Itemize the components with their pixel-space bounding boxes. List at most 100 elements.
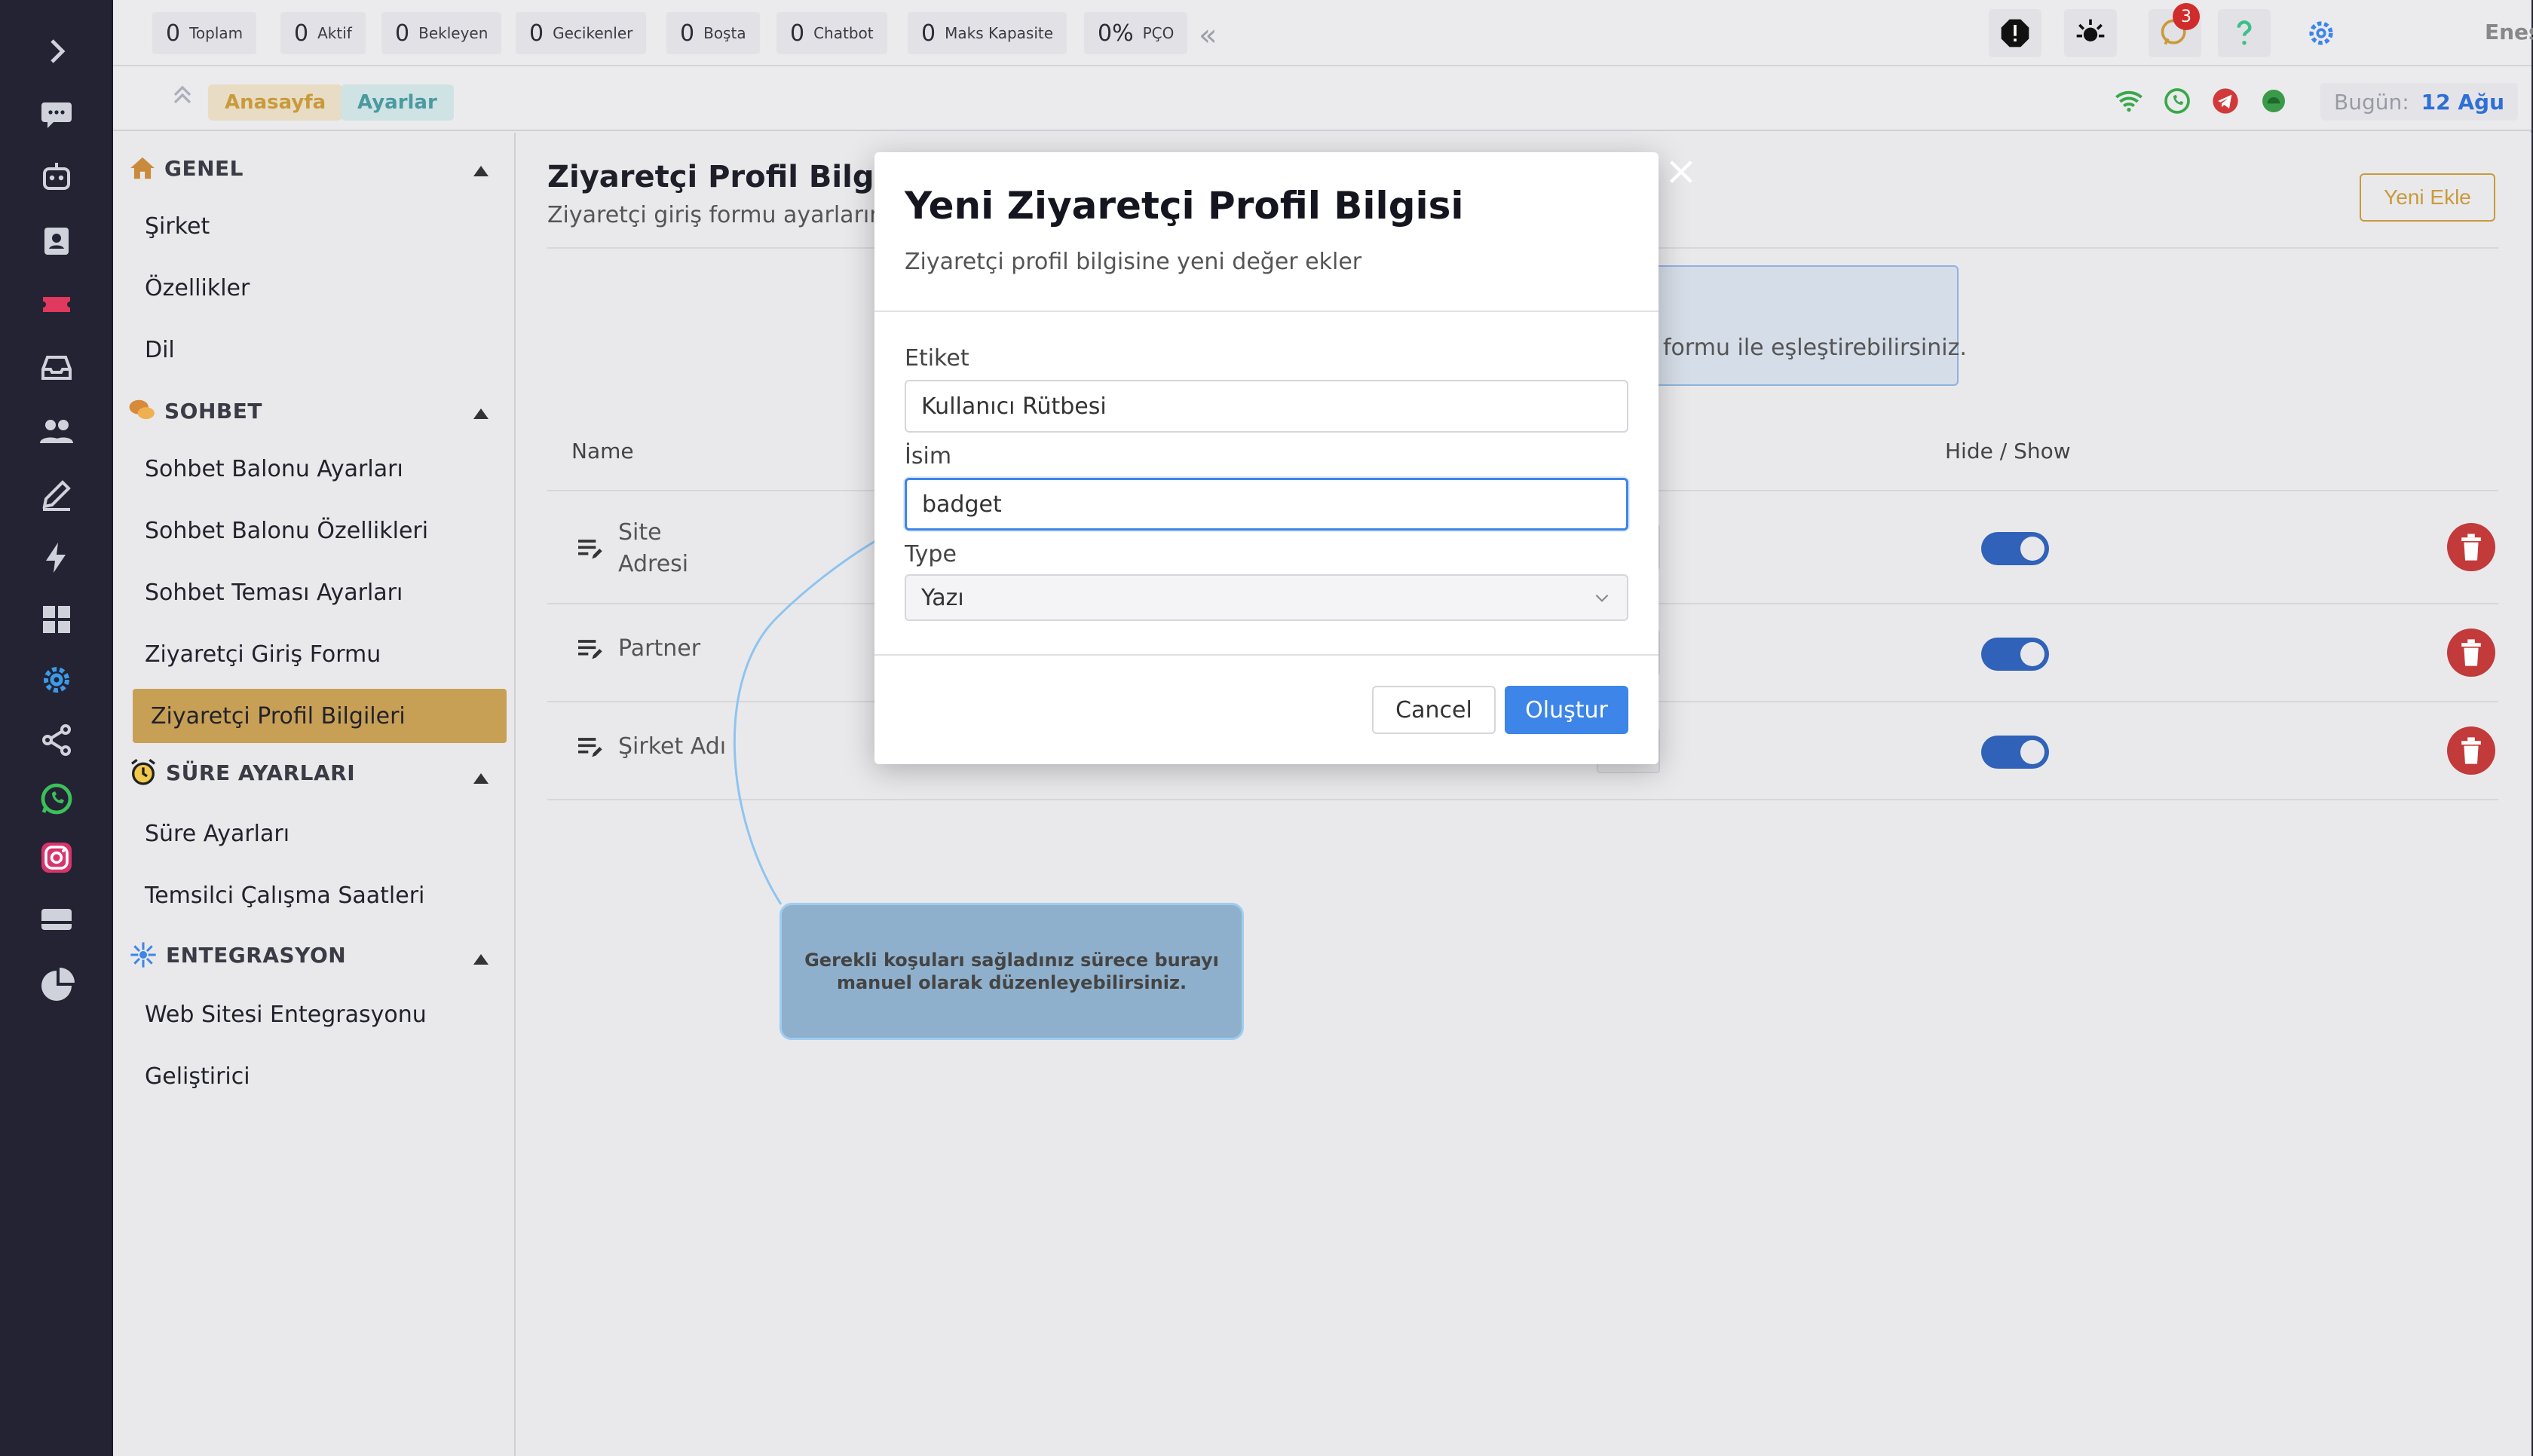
- breadcrumb-home[interactable]: Anasayfa: [208, 84, 343, 121]
- help-icon[interactable]: [2218, 9, 2271, 57]
- add-new-button[interactable]: Yeni Ekle: [2360, 173, 2495, 222]
- lightning-icon[interactable]: [30, 535, 83, 580]
- chat-bubbles-icon: [129, 399, 155, 420]
- user-name[interactable]: Enes: [2485, 20, 2533, 44]
- today-date: Bugün: 12 Ağu: [2320, 83, 2519, 121]
- visibility-toggle[interactable]: [1981, 532, 2049, 565]
- create-button[interactable]: Oluştur: [1505, 686, 1628, 734]
- type-select-value: Yazı: [921, 584, 964, 611]
- sidebar-item-visitor-login-form[interactable]: Ziyaretçi Giriş Formu: [145, 632, 507, 677]
- new-profile-field-modal: Yeni Ziyaretçi Profil Bilgisi Ziyaretçi …: [874, 152, 1659, 764]
- sidebar-item-chat-theme[interactable]: Sohbet Teması Ayarları: [145, 570, 507, 615]
- contact-icon[interactable]: [30, 219, 83, 264]
- sidebar-item-time-settings[interactable]: Süre Ayarları: [145, 811, 507, 856]
- sidebar-item-company[interactable]: Şirket: [145, 203, 507, 249]
- sidebar-item-developer[interactable]: Geliştirici: [145, 1054, 507, 1099]
- inbox-icon[interactable]: [30, 345, 83, 390]
- sidebar-item-website-integration[interactable]: Web Sitesi Entegrasyonu: [145, 992, 507, 1037]
- type-select[interactable]: Yazı: [905, 574, 1628, 621]
- chat-icon[interactable]: [30, 92, 83, 137]
- status-icon[interactable]: [2064, 9, 2117, 57]
- collapse-caret-icon[interactable]: [473, 954, 489, 965]
- instagram-icon[interactable]: [30, 835, 83, 880]
- drag-edit-icon[interactable]: [574, 732, 605, 762]
- stat-value: 0: [529, 20, 544, 47]
- stat-total: 0 Toplam: [152, 12, 257, 54]
- row-name: Şirket Adı: [618, 733, 727, 760]
- divider: [874, 654, 1659, 656]
- delete-button[interactable]: [2447, 629, 2495, 677]
- collapse-caret-icon[interactable]: [473, 773, 489, 784]
- stat-label: Chatbot: [813, 24, 874, 42]
- column-header-hide-show: Hide / Show: [1945, 439, 2071, 463]
- expand-rail-icon[interactable]: [30, 29, 83, 74]
- ticket-icon[interactable]: [30, 282, 83, 327]
- settings-sidebar: GENEL Şirket Özellikler Dil SOHBET Sohbe…: [113, 133, 516, 1456]
- row-name-line: Site: [618, 519, 662, 546]
- collapse-caret-icon[interactable]: [473, 166, 489, 176]
- section-time-settings[interactable]: SÜRE AYARLARI: [128, 754, 355, 791]
- edit-icon[interactable]: [30, 472, 83, 517]
- label-field-label: Etiket: [905, 345, 969, 372]
- section-chat[interactable]: SOHBET: [128, 392, 262, 430]
- section-title: SOHBET: [164, 398, 262, 424]
- chevrons-up-icon[interactable]: [167, 80, 198, 113]
- stat-active: 0 Aktif: [280, 12, 366, 54]
- stat-label: Gecikenler: [553, 24, 633, 42]
- close-icon[interactable]: [1666, 157, 1696, 187]
- drag-edit-icon[interactable]: [574, 634, 605, 664]
- users-icon[interactable]: [30, 408, 83, 454]
- section-title: GENEL: [164, 155, 244, 181]
- stat-value: 0: [790, 20, 805, 47]
- modal-title: Yeni Ziyaretçi Profil Bilgisi: [905, 184, 1464, 228]
- dashboard-icon[interactable]: [30, 597, 83, 642]
- sidebar-item-chat-bubble-features[interactable]: Sohbet Balonu Özellikleri: [145, 508, 507, 553]
- collapse-caret-icon[interactable]: [473, 408, 489, 419]
- stat-label: Bekleyen: [418, 24, 489, 42]
- sidebar-item-chat-bubble-settings[interactable]: Sohbet Balonu Ayarları: [145, 446, 507, 491]
- settings-icon[interactable]: [30, 657, 83, 702]
- table-row: Partner: [574, 633, 700, 665]
- drag-edit-icon[interactable]: [574, 534, 605, 564]
- tooltip-text: Gerekli koşuları sağladınız sürece buray…: [804, 950, 1219, 993]
- name-input[interactable]: [905, 478, 1628, 531]
- bot-icon[interactable]: [30, 155, 83, 200]
- section-integration[interactable]: ENTEGRASYON: [128, 936, 346, 974]
- alert-icon[interactable]: [1989, 9, 2041, 57]
- gear-icon[interactable]: [2295, 9, 2348, 57]
- hint-tooltip: Gerekli koşuları sağladınız sürece buray…: [780, 903, 1244, 1040]
- sidebar-item-features[interactable]: Özellikler: [145, 265, 507, 310]
- stat-label: Maks Kapasite: [945, 24, 1054, 42]
- sidebar-item-visitor-profile[interactable]: Ziyaretçi Profil Bilgileri: [133, 689, 507, 743]
- delete-button[interactable]: [2447, 523, 2495, 571]
- collapse-stats-icon[interactable]: «: [1199, 18, 1217, 53]
- table-row: Site Adresi: [574, 517, 688, 580]
- label-input[interactable]: [905, 380, 1628, 433]
- reports-icon[interactable]: [30, 963, 83, 1008]
- sidebar-item-language[interactable]: Dil: [145, 327, 507, 372]
- info-text: formu ile eşleştirebilirsiniz.: [1663, 335, 1967, 361]
- cancel-button[interactable]: Cancel: [1372, 686, 1496, 734]
- trash-icon: [2461, 639, 2481, 666]
- visibility-toggle[interactable]: [1981, 736, 2049, 769]
- chatbot-channel-icon: [2262, 90, 2285, 112]
- breadcrumb-bar: Anasayfa Ayarlar Bugün: 12 Ağu: [113, 66, 2531, 131]
- whatsapp-icon[interactable]: [30, 776, 83, 821]
- stat-value: 0%: [1098, 20, 1134, 47]
- card-icon[interactable]: [30, 897, 83, 942]
- type-field-label: Type: [905, 541, 957, 567]
- stat-value: 0: [294, 20, 309, 47]
- breadcrumb-settings[interactable]: Ayarlar: [341, 84, 454, 121]
- section-general[interactable]: GENEL: [128, 149, 243, 187]
- sidebar-item-agent-hours[interactable]: Temsilci Çalışma Saatleri: [145, 873, 507, 918]
- stat-label: Boşta: [703, 24, 746, 42]
- section-title: ENTEGRASYON: [166, 942, 347, 968]
- share-icon[interactable]: [30, 717, 83, 763]
- stat-delayed: 0 Gecikenler: [516, 12, 647, 54]
- divider: [547, 799, 2498, 800]
- stat-value: 0: [395, 20, 410, 47]
- visibility-toggle[interactable]: [1981, 638, 2049, 671]
- messages-icon[interactable]: 3: [2149, 3, 2201, 57]
- delete-button[interactable]: [2447, 726, 2495, 775]
- modal-subtitle: Ziyaretçi profil bilgisine yeni değer ek…: [905, 249, 1362, 275]
